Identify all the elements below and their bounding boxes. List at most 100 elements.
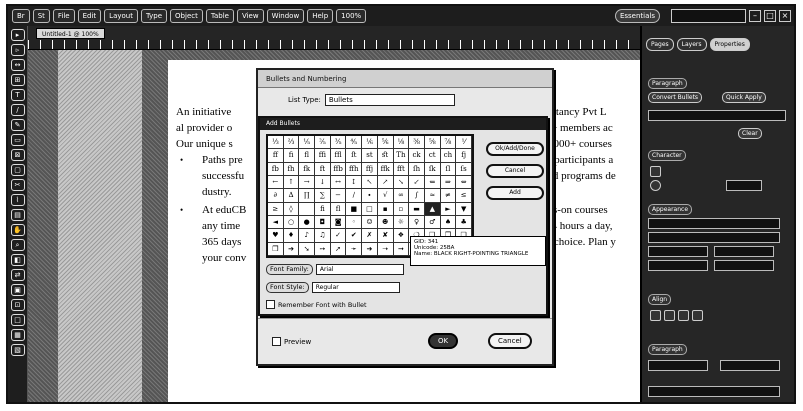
glyph-cell[interactable]: ffl — [330, 149, 347, 163]
tool-icon[interactable]: ✂ — [10, 179, 25, 191]
glyph-cell[interactable]: ➝ — [377, 242, 394, 256]
tool-icon[interactable]: ✋ — [10, 224, 25, 236]
text-frame-icon[interactable] — [650, 166, 661, 177]
glyph-cell[interactable]: ⅙ — [362, 136, 378, 150]
tool-icon[interactable]: ▤ — [10, 209, 25, 221]
justify-icon[interactable] — [692, 310, 703, 321]
tab-layers[interactable]: Layers — [676, 38, 707, 51]
glyph-cell[interactable]: ▫ — [393, 202, 410, 216]
glyph-cell[interactable]: ∂ — [268, 189, 284, 203]
glyph-cell[interactable]: ⅓ — [268, 136, 284, 150]
glyph-cell[interactable]: ∫ — [409, 189, 425, 203]
glyph-cell[interactable]: fl — [299, 149, 316, 163]
leading-field[interactable] — [714, 246, 774, 257]
font-family-field[interactable] — [648, 218, 780, 229]
glyph-cell[interactable]: ◊ — [283, 202, 300, 216]
glyph-cell[interactable]: ✔ — [346, 229, 363, 243]
glyph-cell[interactable]: fi — [283, 149, 300, 163]
glyph-cell[interactable]: ▬ — [409, 202, 425, 216]
menu-item-st[interactable]: St — [32, 9, 50, 23]
list-type-select[interactable]: Bullets — [324, 94, 455, 106]
tool-icon[interactable]: ⊠ — [10, 149, 25, 161]
glyph-cell[interactable]: ↘ — [393, 175, 410, 190]
glyph-cell[interactable]: □ — [362, 202, 378, 216]
glyph-cell[interactable]: ❖ — [393, 229, 410, 243]
glyph-cell[interactable]: ⅝ — [424, 136, 441, 150]
tool-icon[interactable]: / — [10, 104, 25, 116]
glyph-cell[interactable]: ffh — [346, 162, 363, 176]
glyph-cell[interactable]: ⅛ — [393, 136, 410, 150]
menu-type[interactable]: Type — [140, 9, 168, 23]
tool-icon[interactable]: ▣ — [10, 284, 25, 296]
align-right-icon[interactable] — [678, 310, 689, 321]
menu-file[interactable]: File — [52, 9, 75, 23]
glyph-cell[interactable]: ♀ — [409, 215, 425, 230]
tool-icon[interactable]: ▭ — [10, 134, 25, 146]
glyph-cell[interactable]: ⇒ — [440, 175, 457, 190]
glyph-cell[interactable]: ⅟ — [456, 136, 472, 150]
glyph-cell[interactable]: ﬂ — [330, 202, 347, 216]
glyph-cell[interactable]: ♥ — [268, 229, 284, 243]
convert-bullets-button[interactable]: Convert Bullets — [648, 92, 703, 103]
glyph-cell[interactable]: ↗ — [377, 175, 394, 190]
tool-icon[interactable]: ▢ — [10, 164, 25, 176]
quick-apply-button[interactable]: Quick Apply — [722, 92, 766, 103]
glyph-cell[interactable]: ffk — [377, 162, 394, 176]
glyph-cell[interactable]: ſh — [409, 162, 425, 176]
glyph-cell[interactable]: ff — [268, 149, 284, 163]
glyph-cell[interactable]: ☼ — [393, 215, 410, 230]
glyph-cell[interactable]: √ — [377, 189, 394, 203]
glyph-cell[interactable]: ◘ — [315, 215, 331, 230]
glyph-cell[interactable]: ■ — [346, 202, 363, 216]
glyph-cell[interactable]: ⅕ — [299, 136, 316, 150]
kerning-field[interactable] — [714, 260, 774, 271]
glyph-cell[interactable]: st — [362, 149, 378, 163]
glyph-cell[interactable]: ffi — [315, 149, 331, 163]
minimize-icon[interactable]: – — [749, 10, 761, 22]
maximize-icon[interactable]: □ — [764, 10, 776, 22]
document-tab[interactable]: Untitled-1 @ 100% — [36, 28, 105, 39]
glyph-cell[interactable]: ft — [315, 162, 331, 176]
tool-icon[interactable]: ▧ — [10, 344, 25, 356]
glyph-cell[interactable]: ffj — [362, 162, 378, 176]
glyph-cell[interactable]: ➜ — [362, 242, 378, 256]
glyph-cell-selected[interactable]: ▲ — [424, 202, 441, 216]
glyph-cell[interactable]: ≠ — [440, 189, 457, 203]
menu-table[interactable]: Table — [205, 9, 234, 23]
zoom-select[interactable]: 100% — [336, 9, 367, 23]
glyph-cell[interactable]: ↖ — [362, 175, 378, 190]
font-size-field[interactable] — [648, 246, 708, 257]
font-family-select[interactable]: Arial — [315, 264, 404, 275]
glyph-cell[interactable]: ∞ — [393, 189, 410, 203]
glyph-cell[interactable]: ✗ — [362, 229, 378, 243]
glyph-cell[interactable]: ↕ — [346, 175, 363, 190]
glyph-cell[interactable]: ↙ — [409, 175, 425, 190]
menu-object[interactable]: Object — [170, 9, 203, 23]
glyph-cell[interactable]: ○ — [283, 215, 300, 230]
tracking-field[interactable] — [648, 260, 708, 271]
clear-button[interactable]: Clear — [738, 128, 762, 139]
glyph-cell[interactable]: ſt — [346, 149, 363, 163]
glyph-cell[interactable]: ◙ — [330, 215, 347, 230]
glyph-cell[interactable]: ↑ — [283, 175, 300, 190]
remember-font-row[interactable]: Remember Font with Bullet — [266, 300, 367, 309]
glyph-cell[interactable]: fj — [456, 149, 472, 163]
glyph-cell[interactable]: ⇔ — [456, 175, 472, 190]
glyph-cell[interactable]: ⅗ — [330, 136, 347, 150]
glyph-cell[interactable]: ⅜ — [409, 136, 425, 150]
font-style-select[interactable]: Regular — [311, 282, 400, 293]
tool-icon[interactable]: ⊡ — [10, 299, 25, 311]
menu-edit[interactable]: Edit — [77, 9, 102, 23]
preview-checkbox[interactable] — [272, 337, 281, 346]
glyph-cell[interactable]: ● — [299, 215, 316, 230]
glyph-cell[interactable] — [299, 202, 316, 216]
glyph-cell[interactable]: ∕ — [346, 189, 363, 203]
close-icon[interactable]: × — [779, 10, 791, 22]
tool-icon[interactable]: □ — [10, 314, 25, 326]
glyph-cell[interactable]: ➚ — [330, 242, 347, 256]
spacing-field[interactable] — [648, 386, 780, 397]
preview-toggle[interactable]: Preview — [272, 337, 311, 346]
glyph-cell[interactable]: ► — [440, 202, 457, 216]
glyph-cell[interactable]: fft — [393, 162, 410, 176]
menu-item-br[interactable]: Br — [12, 9, 30, 23]
